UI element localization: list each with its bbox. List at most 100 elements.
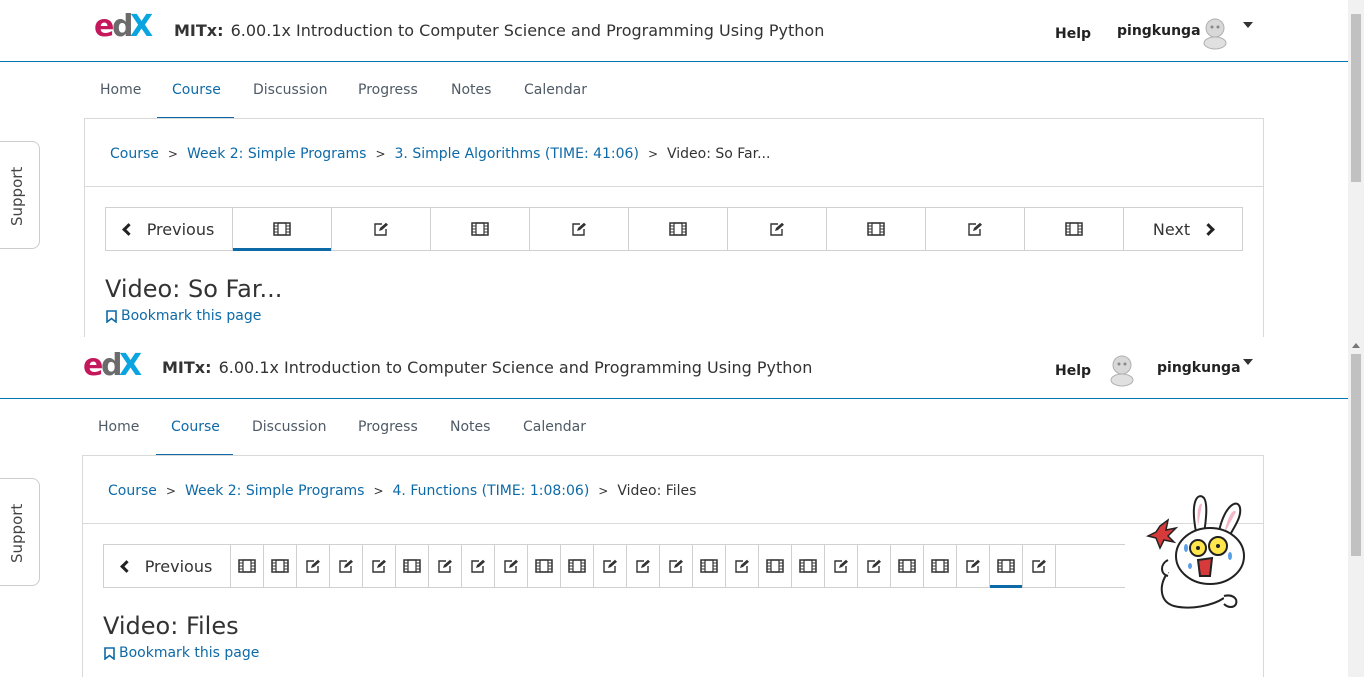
sequence-item-problem[interactable] <box>530 208 629 250</box>
sequence-item-problem[interactable] <box>858 545 891 587</box>
sequence-item-problem[interactable] <box>363 545 396 587</box>
tab-calendar[interactable]: Calendar <box>523 419 586 455</box>
tab-progress[interactable]: Progress <box>358 82 418 118</box>
film-icon <box>669 222 687 236</box>
sequence-item-video[interactable] <box>827 208 926 250</box>
breadcrumb-section[interactable]: Week 2: Simple Programs <box>185 483 365 499</box>
breadcrumb-course[interactable]: Course <box>110 146 159 162</box>
sequence-item-video[interactable] <box>1025 208 1124 250</box>
pencil-square-icon <box>338 559 354 573</box>
rabbit-sticker <box>1138 490 1248 620</box>
sequence-item-problem[interactable] <box>1023 545 1056 587</box>
tab-calendar[interactable]: Calendar <box>524 82 587 118</box>
sequence-item-problem[interactable] <box>726 545 759 587</box>
avatar[interactable] <box>1197 14 1233 50</box>
film-icon <box>898 559 916 573</box>
sequence-item-video[interactable] <box>396 545 429 587</box>
film-icon <box>471 222 489 236</box>
previous-button[interactable]: Previous <box>106 208 233 250</box>
breadcrumb-subsection[interactable]: 4. Functions (TIME: 1:08:06) <box>393 483 590 499</box>
support-label: Support <box>8 166 26 226</box>
tab-discussion[interactable]: Discussion <box>252 419 326 455</box>
scroll-up-arrow-icon[interactable] <box>1352 343 1360 348</box>
sequence-item-video[interactable] <box>561 545 594 587</box>
film-icon <box>700 559 718 573</box>
scrollbar-thumb[interactable] <box>1351 14 1361 182</box>
sequence-item-video[interactable] <box>629 208 728 250</box>
sequence-item-problem[interactable] <box>429 545 462 587</box>
sequence-item-video[interactable] <box>693 545 726 587</box>
tab-progress[interactable]: Progress <box>358 419 418 455</box>
site-header: edX MITx: 6.00.1x Introduction to Comput… <box>0 337 1348 399</box>
tab-discussion[interactable]: Discussion <box>253 82 327 118</box>
bookmark-button[interactable]: Bookmark this page <box>104 645 259 661</box>
chevron-left-icon <box>121 222 135 236</box>
film-icon <box>238 559 256 573</box>
sequence-item-video[interactable] <box>431 208 530 250</box>
previous-button[interactable]: Previous <box>104 545 231 587</box>
sequence-item-problem[interactable] <box>926 208 1025 250</box>
support-tab[interactable]: Support <box>0 478 40 586</box>
caret-down-icon[interactable] <box>1243 359 1253 365</box>
sequence-item-problem[interactable] <box>332 208 431 250</box>
pencil-square-icon <box>965 559 981 573</box>
tab-notes[interactable]: Notes <box>451 82 491 118</box>
breadcrumb-course[interactable]: Course <box>108 483 157 499</box>
film-icon <box>271 559 289 573</box>
breadcrumb: Course > Week 2: Simple Programs >4. Functi… <box>108 483 696 499</box>
help-link[interactable]: Help <box>1055 363 1091 379</box>
sequence-item-problem[interactable] <box>660 545 693 587</box>
breadcrumb-separator: > <box>165 484 176 498</box>
sequence-item-problem[interactable] <box>297 545 330 587</box>
bookmark-button[interactable]: Bookmark this page <box>106 308 261 324</box>
sequence-item-video[interactable] <box>792 545 825 587</box>
breadcrumb-section[interactable]: Week 2: Simple Programs <box>187 146 367 162</box>
avatar[interactable] <box>1104 351 1140 387</box>
sequence-item-video[interactable] <box>924 545 957 587</box>
sequence-item-video[interactable] <box>231 545 264 587</box>
sequence-item-video[interactable] <box>759 545 792 587</box>
tab-course[interactable]: Course <box>172 82 221 118</box>
bookmark-label: Bookmark this page <box>119 645 260 661</box>
edx-logo[interactable]: edX <box>83 345 143 383</box>
support-label: Support <box>8 503 26 563</box>
film-icon <box>931 559 949 573</box>
pencil-square-icon <box>1031 559 1047 573</box>
film-icon <box>997 559 1015 573</box>
caret-down-icon[interactable] <box>1243 22 1253 28</box>
sequence-item-video[interactable] <box>990 545 1023 588</box>
sequence-item-problem[interactable] <box>825 545 858 587</box>
sequence-item-problem[interactable] <box>728 208 827 250</box>
bookmark-label: Bookmark this page <box>121 308 262 324</box>
tab-notes[interactable]: Notes <box>450 419 490 455</box>
scrollbar[interactable] <box>1348 337 1364 677</box>
sequence-item-video[interactable] <box>264 545 297 587</box>
divider <box>83 523 1263 524</box>
sequence-item-video[interactable] <box>528 545 561 587</box>
sequence-item-problem[interactable] <box>330 545 363 587</box>
scrollbar[interactable] <box>1348 0 1364 337</box>
next-button[interactable]: Next <box>1124 208 1242 250</box>
edx-logo[interactable]: edX <box>94 8 154 44</box>
sequence-item-video[interactable] <box>891 545 924 587</box>
sequence-item-problem[interactable] <box>462 545 495 587</box>
sequence-item-problem[interactable] <box>957 545 990 587</box>
help-link[interactable]: Help <box>1055 26 1091 42</box>
tab-course[interactable]: Course <box>171 419 220 455</box>
scrollbar-thumb[interactable] <box>1351 354 1361 556</box>
support-tab[interactable]: Support <box>0 141 40 249</box>
username[interactable]: pingkunga <box>1117 23 1201 39</box>
previous-label: Previous <box>146 219 215 239</box>
tab-home[interactable]: Home <box>100 82 141 118</box>
sequence-item-problem[interactable] <box>594 545 627 587</box>
sequence-items <box>231 545 1056 588</box>
tab-home[interactable]: Home <box>98 419 139 455</box>
sequence-item-problem[interactable] <box>495 545 528 587</box>
top-window: edX MITx: 6.00.1x Introduction to Comput… <box>0 0 1364 337</box>
breadcrumb-subsection[interactable]: 3. Simple Algorithms (TIME: 41:06) <box>395 146 639 162</box>
sequence-item-problem[interactable] <box>627 545 660 587</box>
sequence-nav: Previous Next <box>105 207 1243 251</box>
pencil-square-icon <box>668 559 684 573</box>
username[interactable]: pingkunga <box>1157 360 1241 376</box>
sequence-item-video[interactable] <box>233 208 332 251</box>
